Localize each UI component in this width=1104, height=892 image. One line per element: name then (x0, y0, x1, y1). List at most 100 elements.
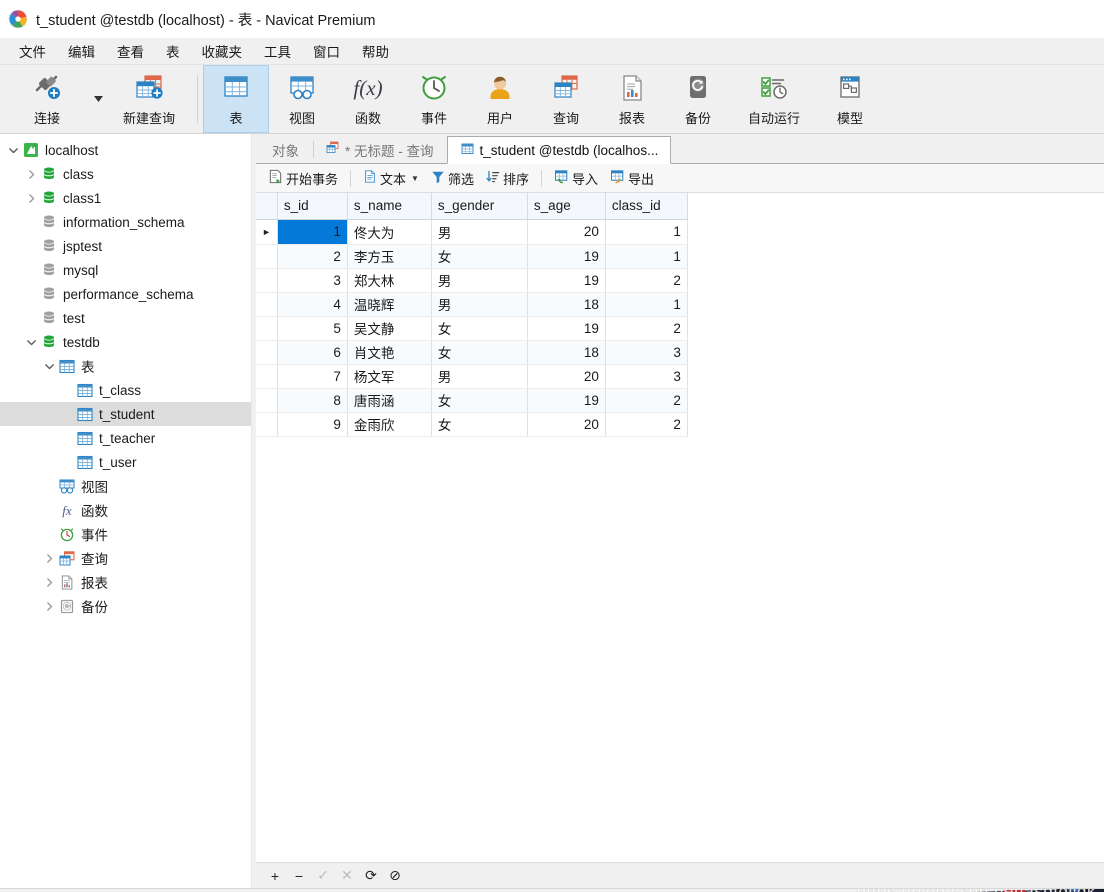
cell-class_id[interactable]: 3 (605, 364, 688, 389)
column-header-s_gender[interactable]: s_gender (431, 193, 528, 220)
table-row[interactable]: 4 温晓辉 男 18 1 (256, 292, 688, 317)
filter-button[interactable]: 筛选 (425, 167, 480, 190)
cell-class_id[interactable]: 1 (605, 292, 688, 317)
cell-s_gender[interactable]: 男 (431, 268, 528, 293)
cell-class_id[interactable]: 2 (605, 388, 688, 413)
cell-s_name[interactable]: 佟大为 (347, 219, 432, 245)
menu-favorites[interactable]: 收藏夹 (191, 38, 254, 64)
refresh-button[interactable]: ⟳ (360, 866, 382, 886)
tab-objects[interactable]: 对象 (260, 135, 312, 163)
table-row[interactable]: 9 金雨欣 女 20 2 (256, 412, 688, 437)
row-gutter-cell[interactable]: ► (256, 219, 278, 245)
toolbar-function-button[interactable]: f(x) 函数 (335, 65, 401, 133)
toolbar-report-button[interactable]: 报表 (599, 65, 665, 133)
toolbar-query-button[interactable]: 查询 (533, 65, 599, 133)
cell-s_id[interactable]: 8 (277, 388, 348, 413)
navigation-tree[interactable]: localhost class class1 information_schema js… (0, 134, 252, 888)
cell-s_age[interactable]: 19 (527, 316, 606, 341)
toolbar-new-query-button[interactable]: 新建查询 (106, 65, 192, 133)
export-button[interactable]: 导出 (604, 167, 660, 190)
cell-s_gender[interactable]: 女 (431, 412, 528, 437)
menu-file[interactable]: 文件 (8, 38, 57, 64)
tree-node-class[interactable]: class (0, 162, 251, 186)
cell-s_gender[interactable]: 女 (431, 340, 528, 365)
tree-node-[interactable]: 表 (0, 354, 251, 378)
toolbar-user-button[interactable]: 用户 (467, 65, 533, 133)
sort-button[interactable]: 排序 (480, 167, 535, 190)
tree-node-testdb[interactable]: testdb (0, 330, 251, 354)
tab-untitled-query[interactable]: * 无标题 - 查询 (312, 135, 447, 163)
cell-s_id[interactable]: 3 (277, 268, 348, 293)
tree-node-[interactable]: 备份 (0, 594, 251, 618)
chevron-right-icon[interactable] (40, 577, 58, 588)
stop-button[interactable]: ⊘ (384, 866, 406, 886)
cell-s_age[interactable]: 18 (527, 340, 606, 365)
tree-node-t_teacher[interactable]: t_teacher (0, 426, 251, 450)
row-gutter-cell[interactable] (256, 268, 278, 293)
text-button[interactable]: 文本 ▼ (357, 167, 425, 190)
tree-node-test[interactable]: test (0, 306, 251, 330)
cell-s_name[interactable]: 唐雨涵 (347, 388, 432, 413)
cell-s_name[interactable]: 李方玉 (347, 244, 432, 269)
cell-s_name[interactable]: 杨文军 (347, 364, 432, 389)
chevron-right-icon[interactable] (22, 169, 40, 180)
tree-node-information_schema[interactable]: information_schema (0, 210, 251, 234)
toolbar-backup-button[interactable]: 备份 (665, 65, 731, 133)
toolbar-event-button[interactable]: 事件 (401, 65, 467, 133)
tree-node-[interactable]: 查询 (0, 546, 251, 570)
begin-transaction-button[interactable]: 开始事务 (262, 167, 344, 190)
row-gutter-cell[interactable] (256, 388, 278, 413)
data-grid[interactable]: s_id s_name s_gender s_age class_id ► 1 佟大为男 20… (256, 193, 1104, 862)
toolbar-automation-button[interactable]: 自动运行 (731, 65, 817, 133)
cell-s_id[interactable]: 7 (277, 364, 348, 389)
column-header-s_age[interactable]: s_age (527, 193, 606, 220)
tree-node-class1[interactable]: class1 (0, 186, 251, 210)
table-row[interactable]: 7 杨文军 男 20 3 (256, 364, 688, 389)
table-row[interactable]: 6 肖文艳 女 18 3 (256, 340, 688, 365)
cell-s_gender[interactable]: 女 (431, 244, 528, 269)
tree-node-localhost[interactable]: localhost (0, 138, 251, 162)
cell-s_gender[interactable]: 男 (431, 219, 528, 245)
cell-s_age[interactable]: 20 (527, 219, 606, 245)
chevron-right-icon[interactable] (22, 193, 40, 204)
toolbar-connection-button[interactable]: 连接 (4, 65, 90, 133)
cell-s_age[interactable]: 19 (527, 244, 606, 269)
cell-class_id[interactable]: 2 (605, 316, 688, 341)
column-header-class_id[interactable]: class_id (605, 193, 688, 220)
row-gutter-cell[interactable] (256, 244, 278, 269)
row-gutter-cell[interactable] (256, 412, 278, 437)
chevron-down-icon[interactable] (40, 361, 58, 372)
cell-s_name[interactable]: 肖文艳 (347, 340, 432, 365)
cell-s_name[interactable]: 金雨欣 (347, 412, 432, 437)
chevron-right-icon[interactable] (40, 601, 58, 612)
cell-class_id[interactable]: 1 (605, 219, 688, 245)
cell-s_gender[interactable]: 女 (431, 316, 528, 341)
cell-s_age[interactable]: 18 (527, 292, 606, 317)
row-gutter-cell[interactable] (256, 340, 278, 365)
row-gutter-cell[interactable] (256, 364, 278, 389)
chevron-down-icon[interactable] (4, 145, 22, 156)
cell-s_id[interactable]: 5 (277, 316, 348, 341)
connection-dropdown-caret-icon[interactable] (90, 65, 106, 133)
tree-node-[interactable]: 报表 (0, 570, 251, 594)
cell-s_id[interactable]: 2 (277, 244, 348, 269)
menu-window[interactable]: 窗口 (302, 38, 351, 64)
cell-s_id[interactable]: 1 (277, 219, 348, 245)
table-row[interactable]: 3 郑大林 男 19 2 (256, 268, 688, 293)
menu-help[interactable]: 帮助 (351, 38, 400, 64)
tree-node-[interactable]: 视图 (0, 474, 251, 498)
cell-s_age[interactable]: 20 (527, 412, 606, 437)
table-row[interactable]: 8 唐雨涵 女 19 2 (256, 388, 688, 413)
cell-s_age[interactable]: 19 (527, 268, 606, 293)
menu-edit[interactable]: 编辑 (57, 38, 106, 64)
menu-tools[interactable]: 工具 (253, 38, 302, 64)
cell-s_gender[interactable]: 女 (431, 388, 528, 413)
tab-t-student[interactable]: t_student @testdb (localhos... (446, 136, 672, 164)
cell-s_age[interactable]: 19 (527, 388, 606, 413)
cell-s_id[interactable]: 6 (277, 340, 348, 365)
tree-node-[interactable]: fx 函数 (0, 498, 251, 522)
cell-class_id[interactable]: 2 (605, 268, 688, 293)
cell-s_age[interactable]: 20 (527, 364, 606, 389)
row-gutter-cell[interactable] (256, 316, 278, 341)
row-gutter-cell[interactable] (256, 292, 278, 317)
